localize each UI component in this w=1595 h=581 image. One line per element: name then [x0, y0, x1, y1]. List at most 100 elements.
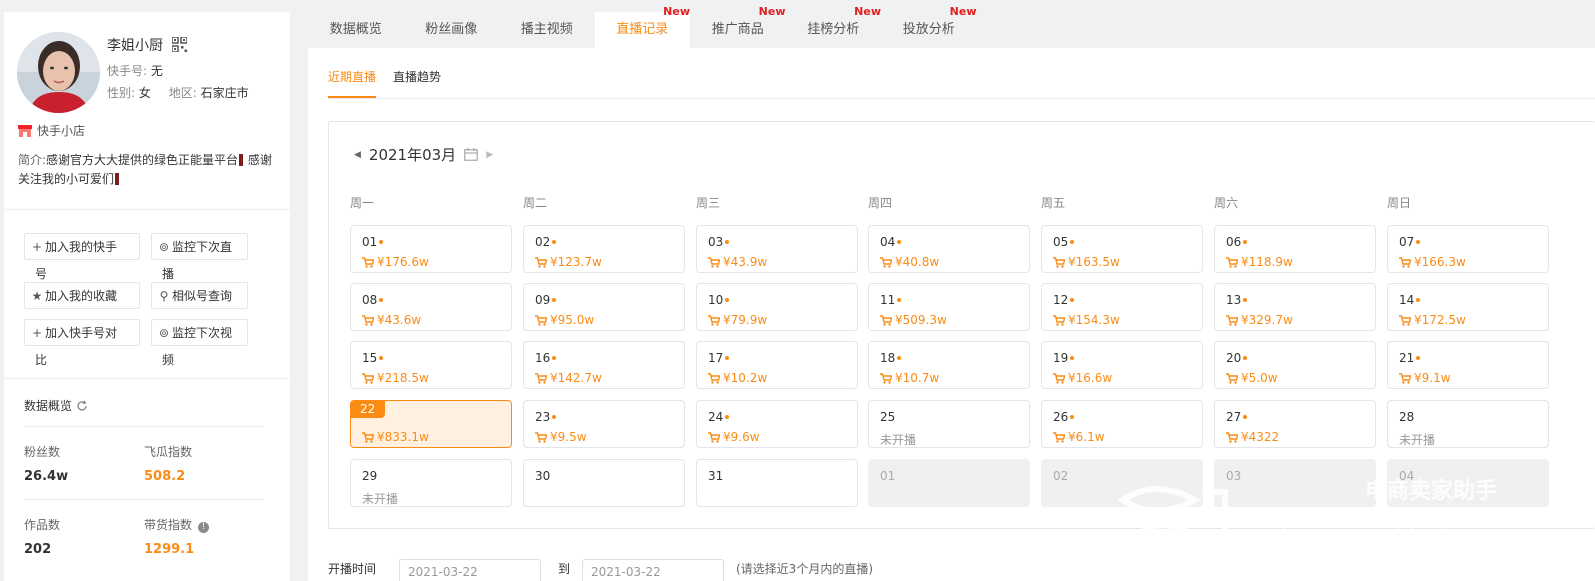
subtab-recent-live[interactable]: 近期直播 [328, 68, 377, 98]
tab-fan-profile[interactable]: 粉丝画像 [404, 12, 500, 48]
sales-amount-value: ¥142.7w [550, 371, 602, 385]
live-dot [725, 415, 729, 419]
info-icon[interactable]: ! [198, 522, 210, 533]
kuaishou-id-label: 快手号: [107, 64, 148, 78]
calendar-day-cell[interactable]: 27 ¥4322 [1214, 400, 1376, 448]
live-dot [1416, 298, 1420, 302]
weekday-label: 周一 [350, 196, 375, 210]
calendar-day-cell[interactable]: 07 ¥166.3w [1387, 225, 1549, 273]
avatar[interactable] [17, 32, 100, 113]
cart-icon [1226, 372, 1238, 384]
subtab-live-trend[interactable]: 直播趋势 [393, 68, 441, 98]
calendar-day-cell[interactable]: 23 ¥9.5w [523, 400, 685, 448]
cart-icon [1399, 314, 1411, 326]
day-number: 30 [535, 469, 551, 483]
add-compare-button[interactable]: + 加入快手号对 [24, 319, 140, 346]
add-my-kuaishou-button-wrap: 号 [35, 267, 48, 281]
calendar-day-cell[interactable]: 21 ¥9.1w [1387, 341, 1549, 389]
tab-videos[interactable]: 播主视频 [499, 12, 595, 48]
calendar-day-cell[interactable]: 11 ¥509.3w [868, 283, 1030, 331]
calendar-day-cell[interactable]: 20 ¥5.0w [1214, 341, 1376, 389]
sales-amount-value: ¥154.3w [1068, 313, 1120, 327]
sales-amount: ¥9.5w [535, 430, 587, 444]
calendar-day-cell[interactable]: 03 ¥43.9w [696, 225, 858, 273]
tab-promoted-products[interactable]: 推广商品 New [690, 5, 786, 48]
sales-amount-value: ¥833.1w [377, 430, 429, 444]
live-dot [897, 240, 901, 244]
cart-icon [535, 314, 547, 326]
calendar-day-cell[interactable]: 05 ¥163.5w [1041, 225, 1203, 273]
prev-month-icon[interactable]: ◀ [354, 150, 361, 160]
divider [4, 378, 290, 379]
calendar-day-cell[interactable]: 15 ¥218.5w [350, 341, 512, 389]
calendar-day-cell[interactable]: 17 ¥10.2w [696, 341, 858, 389]
similar-account-search-button[interactable]: ⚲ 相似号查询 [151, 282, 248, 309]
tab-data-overview[interactable]: 数据概览 [308, 12, 404, 48]
day-number: 14 [1399, 293, 1415, 307]
calendar-day-cell[interactable]: 24 ¥9.6w [696, 400, 858, 448]
monitor-next-video-button[interactable]: ⊚ 监控下次视 [151, 319, 248, 346]
add-my-kuaishou-button[interactable]: + 加入我的快手 [24, 233, 140, 260]
calendar-day-cell[interactable]: 13 ¥329.7w [1214, 283, 1376, 331]
next-month-icon[interactable]: ▶ [486, 150, 493, 160]
not-live-status: 未开播 [880, 433, 917, 447]
calendar-day-cell[interactable]: 01 ¥176.6w [350, 225, 512, 273]
cart-icon [708, 431, 720, 443]
day-number: 08 [362, 293, 378, 307]
day-number: 16 [535, 351, 551, 365]
sales-amount-value: ¥43.9w [723, 255, 768, 269]
sales-amount-value: ¥5.0w [1241, 371, 1278, 385]
cart-icon [1053, 372, 1065, 384]
calendar-day-cell[interactable]: 14 ¥172.5w [1387, 283, 1549, 331]
calendar-day-cell[interactable]: 09 ¥95.0w [523, 283, 685, 331]
new-badge: New [949, 5, 977, 18]
sales-amount: ¥43.9w [708, 255, 767, 269]
sales-amount: ¥154.3w [1053, 313, 1120, 327]
date-to-input[interactable]: 2021-03-22 [582, 559, 724, 581]
sales-amount-value: ¥9.6w [723, 430, 760, 444]
kuaishou-id-value: 无 [150, 64, 163, 78]
calendar-day-cell[interactable]: 10 ¥79.9w [696, 283, 858, 331]
sales-amount-value: ¥9.1w [1414, 371, 1451, 385]
kuaishou-shop-link[interactable]: 快手小店 [18, 122, 85, 139]
date-from-input[interactable]: 2021-03-22 [399, 559, 541, 581]
calendar-day-cell[interactable]: 26 ¥6.1w [1041, 400, 1203, 448]
sub-tabs: 近期直播 直播趋势 [328, 68, 441, 98]
tab-live-records[interactable]: 直播记录 New [594, 5, 690, 48]
monitor-next-live-button[interactable]: ⊚ 监控下次直 [151, 233, 248, 260]
calendar-day-cell[interactable]: 29 未开播 [350, 459, 512, 507]
calendar-day-cell[interactable]: 22 ¥833.1w [350, 400, 512, 448]
calendar-day-cell[interactable]: 19 ¥16.6w [1041, 341, 1203, 389]
refresh-icon[interactable] [76, 400, 88, 412]
sales-amount-value: ¥329.7w [1241, 313, 1293, 327]
calendar-day-cell[interactable]: 12 ¥154.3w [1041, 283, 1203, 331]
calendar-day-cell[interactable]: 18 ¥10.7w [868, 341, 1030, 389]
calendar-day-cell[interactable]: 06 ¥118.9w [1214, 225, 1376, 273]
calendar-icon[interactable] [464, 148, 479, 161]
calendar-day-cell[interactable]: 28 未开播 [1387, 400, 1549, 448]
tab-ranking-analysis[interactable]: 挂榜分析 New [786, 5, 881, 48]
tab-ad-analysis[interactable]: 投放分析 New [881, 5, 977, 48]
qr-code-icon[interactable] [172, 37, 187, 52]
calendar-day-cell[interactable]: 02 ¥123.7w [523, 225, 685, 273]
day-number: 04 [880, 235, 896, 249]
calendar-day-cell[interactable]: 08 ¥43.6w [350, 283, 512, 331]
emoji-mark [115, 173, 120, 185]
add-favorite-button[interactable]: ★ 加入我的收藏 [24, 282, 140, 309]
calendar-day-cell[interactable]: 04 ¥40.8w [868, 225, 1030, 273]
day-number: 02 [1053, 469, 1069, 483]
day-number: 22 [351, 401, 386, 418]
sales-amount-value: ¥218.5w [377, 371, 429, 385]
sales-amount: ¥10.2w [708, 371, 767, 385]
sales-amount-value: ¥6.1w [1068, 430, 1105, 444]
region-value: 石家庄市 [200, 86, 249, 100]
sales-amount: ¥509.3w [880, 313, 947, 327]
calendar-day-cell[interactable]: 25 未开播 [868, 400, 1030, 448]
sales-amount-value: ¥40.8w [895, 255, 940, 269]
calendar-day-cell[interactable]: 16 ¥142.7w [523, 341, 685, 389]
fans-count-value: 26.4w [24, 469, 69, 484]
sales-amount-value: ¥10.2w [723, 371, 768, 385]
live-dot [1243, 356, 1247, 360]
calendar-day-cell[interactable]: 31 [696, 459, 858, 507]
calendar-day-cell[interactable]: 30 [523, 459, 685, 507]
